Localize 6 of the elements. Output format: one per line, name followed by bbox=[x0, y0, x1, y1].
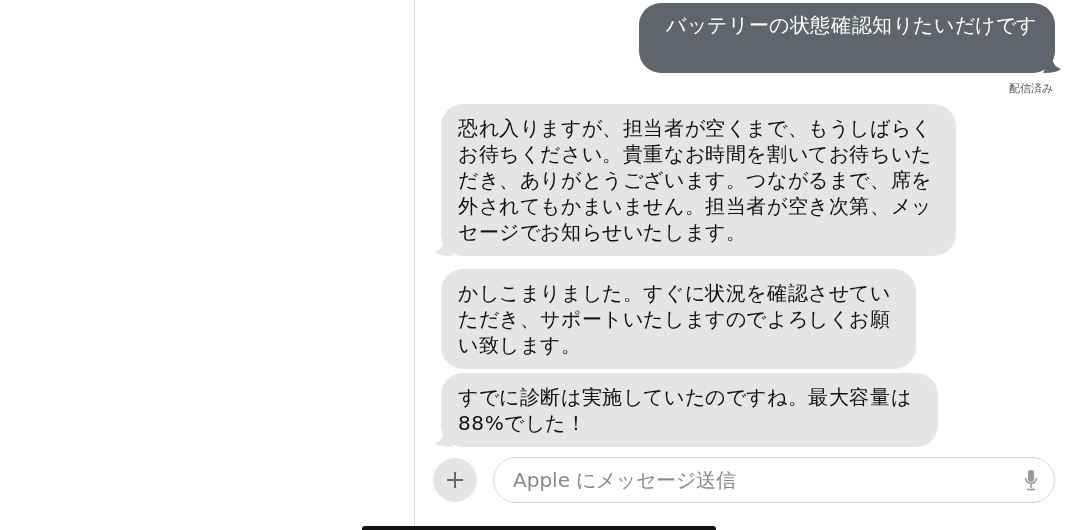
message-input[interactable]: Apple にメッセージ送信 bbox=[511, 467, 1024, 493]
delivery-status: 配信済み bbox=[1009, 81, 1053, 96]
microphone-icon[interactable] bbox=[1024, 469, 1038, 491]
add-button[interactable] bbox=[433, 458, 477, 502]
message-bubble: かしこまりました。すぐに状況を確認させていただき、サポートいたしますのでよろしくお願い致します。 bbox=[441, 269, 916, 369]
plus-icon bbox=[446, 471, 464, 489]
